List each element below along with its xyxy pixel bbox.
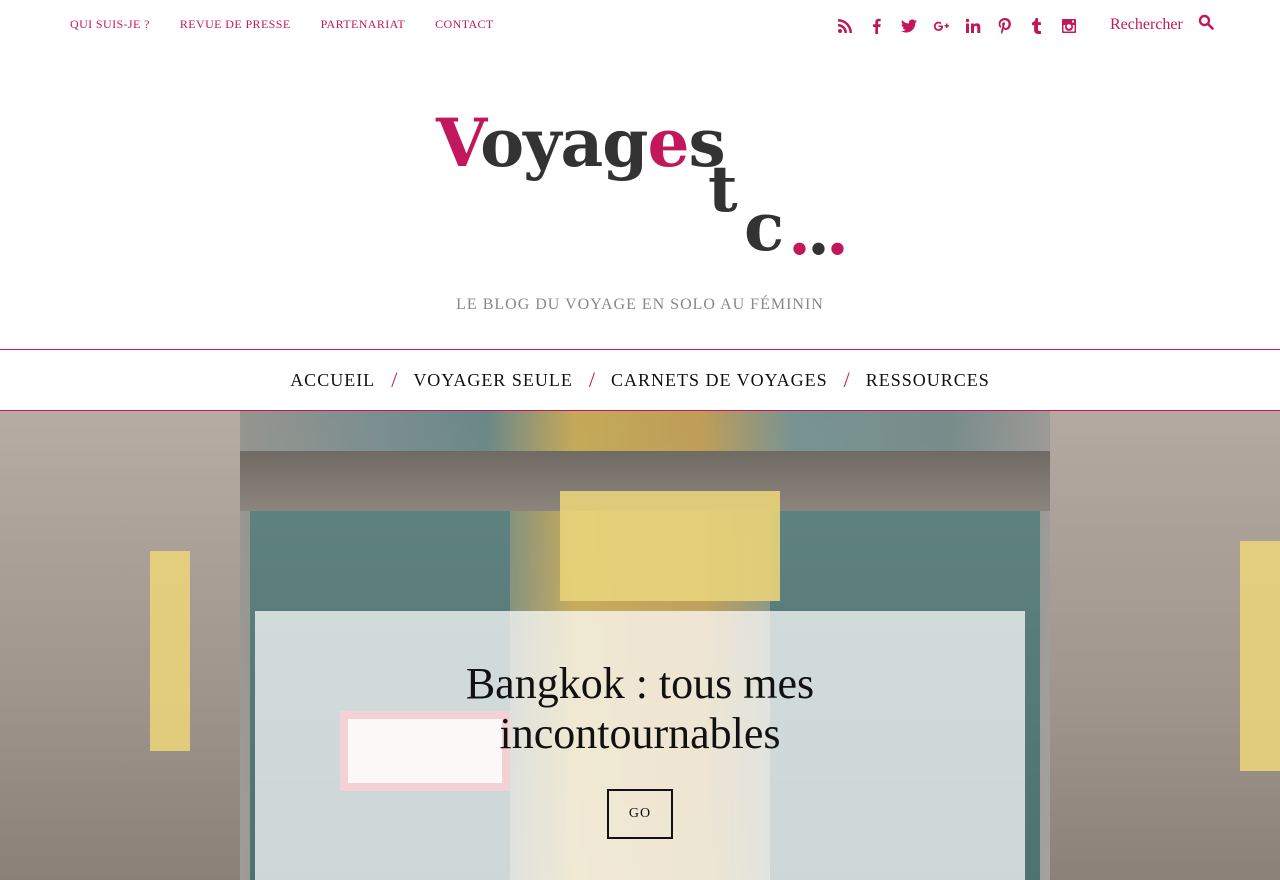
site-logo[interactable]: Voyages t c ...: [436, 96, 856, 270]
featured-post-title[interactable]: Bangkok : tous mes incontournables: [255, 659, 1025, 759]
topnav-link-contact[interactable]: CONTACT: [435, 17, 494, 32]
hero-image-poster: [1240, 541, 1280, 771]
featured-post-card: Bangkok : tous mes incontournables GO: [255, 611, 1025, 880]
top-nav: QUI SUIS-JE ? REVUE DE PRESSE PARTENARIA…: [70, 17, 494, 32]
nav-item-carnets-de-voyages[interactable]: CARNETS DE VOYAGES: [611, 370, 828, 391]
pinterest-icon[interactable]: [995, 16, 1015, 36]
rss-icon[interactable]: [835, 16, 855, 36]
topnav-link-revue-de-presse[interactable]: REVUE DE PRESSE: [180, 17, 291, 32]
nav-separator: /: [391, 367, 398, 392]
logo-letter-t: t: [708, 152, 738, 227]
facebook-icon[interactable]: [867, 16, 887, 36]
nav-item-ressources[interactable]: RESSOURCES: [866, 370, 990, 391]
nav-item-voyager-seule[interactable]: VOYAGER SEULE: [413, 370, 573, 391]
topnav-link-qui-suis-je[interactable]: QUI SUIS-JE ?: [70, 17, 150, 32]
hero-image-poster: [560, 491, 780, 601]
hero-image-wall-left: [0, 411, 240, 880]
search-icon[interactable]: [1198, 14, 1214, 35]
logo-dots: ...: [788, 192, 849, 270]
nav-item-accueil[interactable]: ACCUEIL: [290, 370, 375, 391]
go-button[interactable]: GO: [607, 789, 673, 839]
logo-wordmark: Voyages: [436, 104, 726, 182]
site-tagline: LE BLOG DU VOYAGE EN SOLO AU FÉMININ: [456, 296, 824, 313]
nav-separator: /: [843, 367, 850, 392]
topnav-link-partenariat[interactable]: PARTENARIAT: [321, 17, 406, 32]
linkedin-icon[interactable]: [963, 16, 983, 36]
instagram-icon[interactable]: [1059, 16, 1079, 36]
hero-banner: Bangkok : tous mes incontournables GO: [0, 411, 1280, 880]
search-box: [1110, 14, 1214, 35]
tumblr-icon[interactable]: [1027, 16, 1047, 36]
nav-separator: /: [588, 367, 595, 392]
google-plus-icon[interactable]: [931, 16, 951, 36]
social-links: [835, 16, 1079, 36]
top-bar: QUI SUIS-JE ? REVUE DE PRESSE PARTENARIA…: [0, 0, 1280, 52]
logo-letter-c: c: [744, 188, 785, 266]
main-nav: ACCUEIL / VOYAGER SEULE / CARNETS DE VOY…: [0, 349, 1280, 411]
hero-image-poster: [150, 551, 190, 751]
search-input[interactable]: [1110, 15, 1188, 34]
twitter-icon[interactable]: [899, 16, 919, 36]
